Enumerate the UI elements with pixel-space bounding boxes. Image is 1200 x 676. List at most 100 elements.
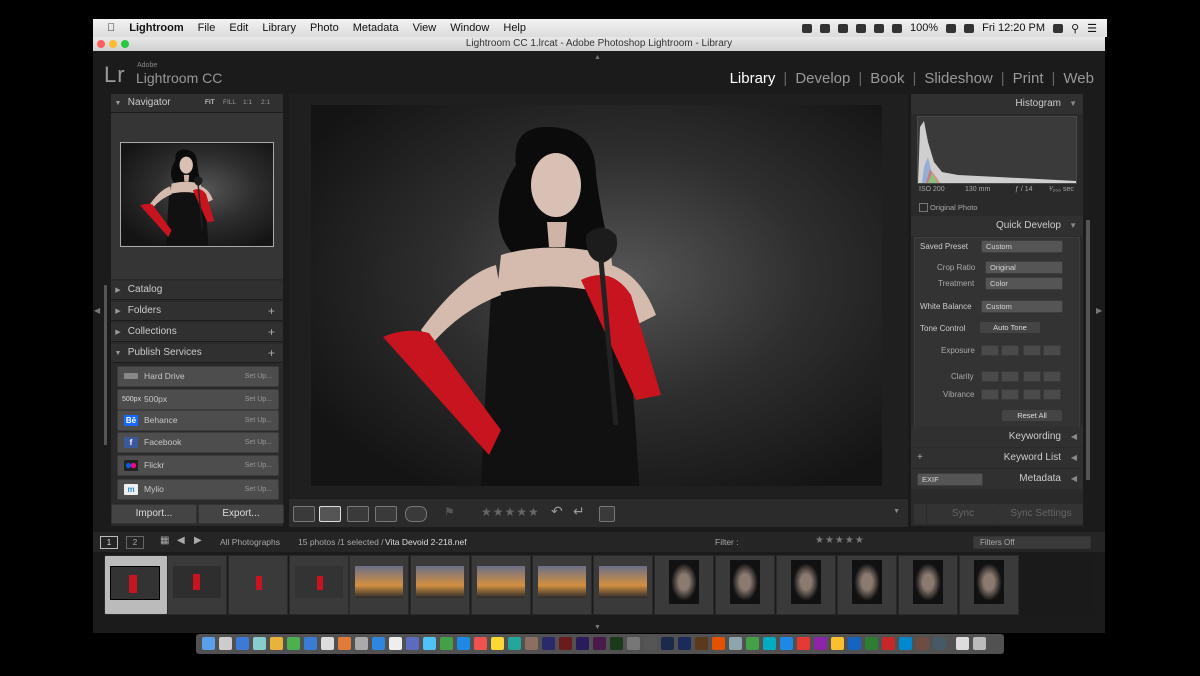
module-develop[interactable]: Develop <box>795 70 850 87</box>
airplay-icon[interactable] <box>855 23 866 33</box>
service-setup[interactable]: Set Up... <box>245 480 272 499</box>
service-setup[interactable]: Set Up... <box>245 456 272 475</box>
window-1-button[interactable]: 1 <box>100 536 118 549</box>
add-keyword-icon[interactable]: + <box>917 448 923 468</box>
quick-develop-header[interactable]: Quick Develop ▼ <box>911 216 1083 236</box>
module-web[interactable]: Web <box>1063 70 1094 87</box>
keywording-header[interactable]: Keywording ◀ <box>911 427 1083 447</box>
navigator-header[interactable]: ▼ Navigator FIT FILL 1:1 2:1 <box>111 94 283 113</box>
module-slideshow[interactable]: Slideshow <box>924 70 992 87</box>
wifi-icon[interactable] <box>964 23 975 33</box>
menu-edit[interactable]: Edit <box>229 22 248 34</box>
filter-preset-select[interactable]: Filters Off <box>973 536 1091 549</box>
clarity-increase-large[interactable] <box>1043 371 1061 382</box>
histogram-header[interactable]: Histogram ▼ <box>911 94 1083 114</box>
collections-header[interactable]: ▶ Collections + <box>111 323 283 342</box>
publish-services-header[interactable]: ▼ Publish Services + <box>111 344 283 363</box>
thumbnail-12[interactable] <box>776 555 836 615</box>
service-setup[interactable]: Set Up... <box>245 411 272 430</box>
notification-icon[interactable] <box>837 23 848 33</box>
saved-preset-select[interactable]: Custom <box>981 240 1063 253</box>
zoom-2-1[interactable]: 2:1 <box>261 94 270 112</box>
reset-all-button[interactable]: Reset All <box>1001 409 1063 422</box>
menu-window[interactable]: Window <box>450 22 489 34</box>
battery-icon[interactable] <box>946 23 957 33</box>
original-photo-checkbox[interactable] <box>919 203 928 212</box>
module-book[interactable]: Book <box>870 70 904 87</box>
thumbnail-8[interactable] <box>532 555 592 615</box>
menu-photo[interactable]: Photo <box>310 22 339 34</box>
filter-stars-icon[interactable]: ★★★★★ <box>815 535 865 546</box>
dropbox-icon[interactable] <box>801 23 812 33</box>
top-panel-toggle-icon[interactable]: ▲ <box>594 54 601 61</box>
compare-view-icon[interactable] <box>347 506 369 522</box>
thumbnail-14[interactable] <box>898 555 958 615</box>
catalog-header[interactable]: ▶ Catalog <box>111 281 283 300</box>
thumbnail-15[interactable] <box>959 555 1019 615</box>
bottom-panel-toggle-icon[interactable]: ▼ <box>594 624 601 631</box>
folders-header[interactable]: ▶ Folders + <box>111 302 283 321</box>
survey-view-icon[interactable] <box>375 506 397 522</box>
add-collection-icon[interactable]: + <box>268 323 275 341</box>
right-panel-toggle-icon[interactable]: ▶ <box>1096 306 1102 315</box>
metadata-header[interactable]: EXIF Metadata ◀ <box>911 469 1083 489</box>
close-window-button[interactable] <box>97 40 105 48</box>
crop-ratio-select[interactable]: Original <box>985 261 1063 274</box>
zoom-1-1[interactable]: 1:1 <box>243 94 252 112</box>
thumbnail-13[interactable] <box>837 555 897 615</box>
zoom-fill[interactable]: FILL <box>223 94 236 112</box>
service-hard-drive[interactable]: Hard Drive Set Up... <box>117 366 279 387</box>
loupe-view-icon[interactable] <box>319 506 341 522</box>
vibrance-increase-large[interactable] <box>1043 389 1061 400</box>
service-mylio[interactable]: m Mylio Set Up... <box>117 479 279 500</box>
flag-icon[interactable]: ⚑ <box>444 505 455 519</box>
selected-filename[interactable]: Vita Devoid 2-218.nef <box>385 537 467 547</box>
service-flickr[interactable]: Flickr Set Up... <box>117 455 279 476</box>
exposure-decrease[interactable] <box>1001 345 1019 356</box>
sync-button[interactable]: Sync <box>927 504 999 524</box>
add-folder-icon[interactable]: + <box>268 302 275 320</box>
volume-icon[interactable] <box>1053 23 1064 33</box>
dock-app-icons[interactable] <box>196 634 1004 654</box>
source-label[interactable]: All Photographs <box>220 537 280 547</box>
grid-view-icon[interactable] <box>293 506 315 522</box>
apple-icon[interactable]:  <box>107 22 115 34</box>
thumbnail-6[interactable] <box>410 555 470 615</box>
clarity-decrease-large[interactable] <box>981 371 999 382</box>
exposure-increase[interactable] <box>1023 345 1041 356</box>
rotate-right-icon[interactable]: ↵ <box>573 503 585 520</box>
time-machine-icon[interactable] <box>873 23 884 33</box>
left-panel-scrollbar[interactable] <box>104 285 107 445</box>
auto-tone-button[interactable]: Auto Tone <box>979 321 1041 334</box>
back-arrow-icon[interactable]: ◀ <box>177 535 185 546</box>
sync-settings-button[interactable]: Sync Settings <box>999 504 1083 524</box>
thumbnail-10[interactable] <box>654 555 714 615</box>
menu-help[interactable]: Help <box>503 22 526 34</box>
window-2-button[interactable]: 2 <box>126 536 144 549</box>
left-panel-toggle-icon[interactable]: ◀ <box>94 306 100 315</box>
bluetooth-icon[interactable] <box>891 23 902 33</box>
service-500px[interactable]: 500px 500px Set Up... <box>117 389 279 410</box>
crop-overlay-icon[interactable] <box>599 506 615 522</box>
battery-percent[interactable]: 100% <box>910 22 938 34</box>
creative-cloud-icon[interactable] <box>819 23 830 33</box>
service-setup[interactable]: Set Up... <box>245 367 272 386</box>
exposure-decrease-large[interactable] <box>981 345 999 356</box>
clarity-increase[interactable] <box>1023 371 1041 382</box>
right-panel-scrollbar[interactable] <box>1086 220 1090 480</box>
thumbnail-7[interactable] <box>471 555 531 615</box>
menu-file[interactable]: File <box>198 22 216 34</box>
spotlight-icon[interactable]: ⚲ <box>1071 22 1079 35</box>
thumbnail-1[interactable] <box>104 555 168 615</box>
module-print[interactable]: Print <box>1013 70 1044 87</box>
service-facebook[interactable]: f Facebook Set Up... <box>117 432 279 453</box>
grid-icon[interactable]: ▦ <box>160 535 169 546</box>
thumbnail-2[interactable] <box>167 555 227 615</box>
zoom-fit[interactable]: FIT <box>205 94 215 112</box>
main-photo[interactable] <box>311 105 882 486</box>
auto-sync-toggle[interactable] <box>914 504 926 524</box>
people-view-icon[interactable] <box>405 506 427 522</box>
thumbnail-3[interactable] <box>228 555 288 615</box>
service-behance[interactable]: Bē Behance Set Up... <box>117 410 279 431</box>
metadata-preset-select[interactable]: EXIF <box>917 473 983 486</box>
